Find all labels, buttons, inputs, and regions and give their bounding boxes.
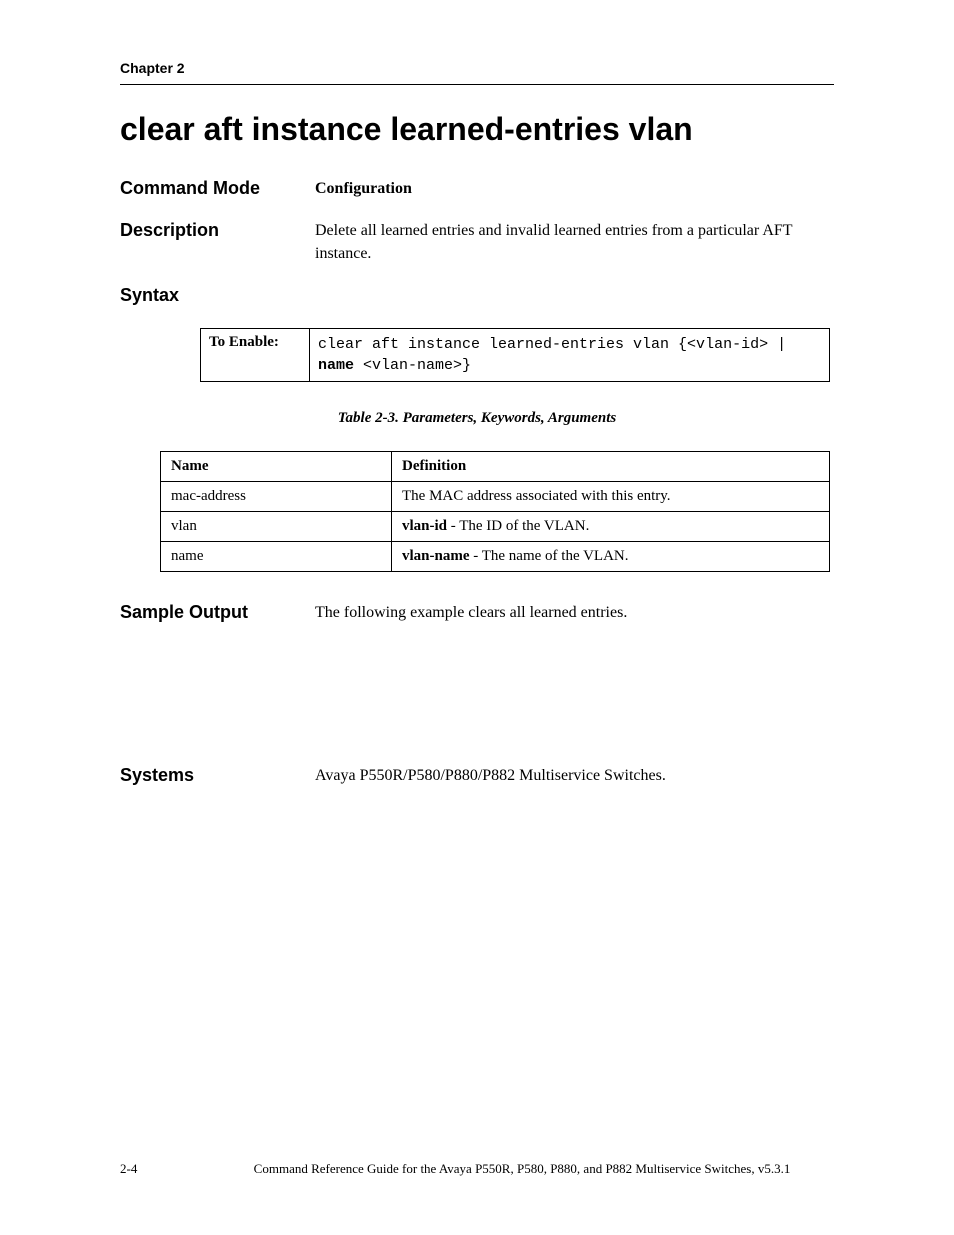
page-title: clear aft instance learned-entries vlan xyxy=(120,111,834,148)
page-number: 2-4 xyxy=(120,1161,210,1177)
param-def: vlan-id - The ID of the VLAN. xyxy=(392,512,830,542)
table-row: mac-address The MAC address associated w… xyxy=(161,482,830,512)
params-table: Name Definition mac-address The MAC addr… xyxy=(160,451,830,572)
param-def-rest: The MAC address associated with this ent… xyxy=(402,488,671,504)
param-name: name xyxy=(161,542,392,572)
syntax-label: Syntax xyxy=(120,285,834,306)
params-header-name: Name xyxy=(161,452,392,482)
table-row: name vlan-name - The name of the VLAN. xyxy=(161,542,830,572)
syntax-code-part2: <vlan-name>} xyxy=(354,357,471,374)
page-footer: 2-4 Command Reference Guide for the Avay… xyxy=(120,1161,834,1177)
syntax-code-part1: clear aft instance learned-entries vlan … xyxy=(318,336,786,353)
command-mode-label: Command Mode xyxy=(120,178,315,199)
description-label: Description xyxy=(120,220,315,241)
sample-output-label: Sample Output xyxy=(120,602,315,623)
command-mode-value: Configuration xyxy=(315,178,834,200)
param-def-rest: - The ID of the VLAN. xyxy=(447,518,589,534)
header-rule xyxy=(120,84,834,85)
syntax-code: clear aft instance learned-entries vlan … xyxy=(310,329,830,382)
param-name: mac-address xyxy=(161,482,392,512)
sample-output-row: Sample Output The following example clea… xyxy=(120,602,834,624)
description-value: Delete all learned entries and invalid l… xyxy=(315,220,834,265)
command-mode-row: Command Mode Configuration xyxy=(120,178,834,200)
params-header-row: Name Definition xyxy=(161,452,830,482)
param-def-bold: vlan-name xyxy=(402,548,470,564)
params-header-definition: Definition xyxy=(392,452,830,482)
syntax-table: To Enable: clear aft instance learned-en… xyxy=(200,328,830,382)
syntax-code-keyword: name xyxy=(318,357,354,374)
running-header: Chapter 2 xyxy=(120,60,834,76)
param-name: vlan xyxy=(161,512,392,542)
param-def-bold: vlan-id xyxy=(402,518,447,534)
table-row: vlan vlan-id - The ID of the VLAN. xyxy=(161,512,830,542)
sample-output-value: The following example clears all learned… xyxy=(315,602,834,624)
systems-label: Systems xyxy=(120,765,315,786)
systems-row: Systems Avaya P550R/P580/P880/P882 Multi… xyxy=(120,765,834,787)
description-row: Description Delete all learned entries a… xyxy=(120,220,834,265)
param-def: The MAC address associated with this ent… xyxy=(392,482,830,512)
param-def: vlan-name - The name of the VLAN. xyxy=(392,542,830,572)
footer-text: Command Reference Guide for the Avaya P5… xyxy=(210,1161,834,1177)
systems-value: Avaya P550R/P580/P880/P882 Multiservice … xyxy=(315,765,834,787)
param-def-rest: - The name of the VLAN. xyxy=(470,548,629,564)
syntax-enable-label: To Enable: xyxy=(201,329,310,382)
params-caption: Table 2-3. Parameters, Keywords, Argumen… xyxy=(120,410,834,427)
syntax-row: To Enable: clear aft instance learned-en… xyxy=(201,329,830,382)
